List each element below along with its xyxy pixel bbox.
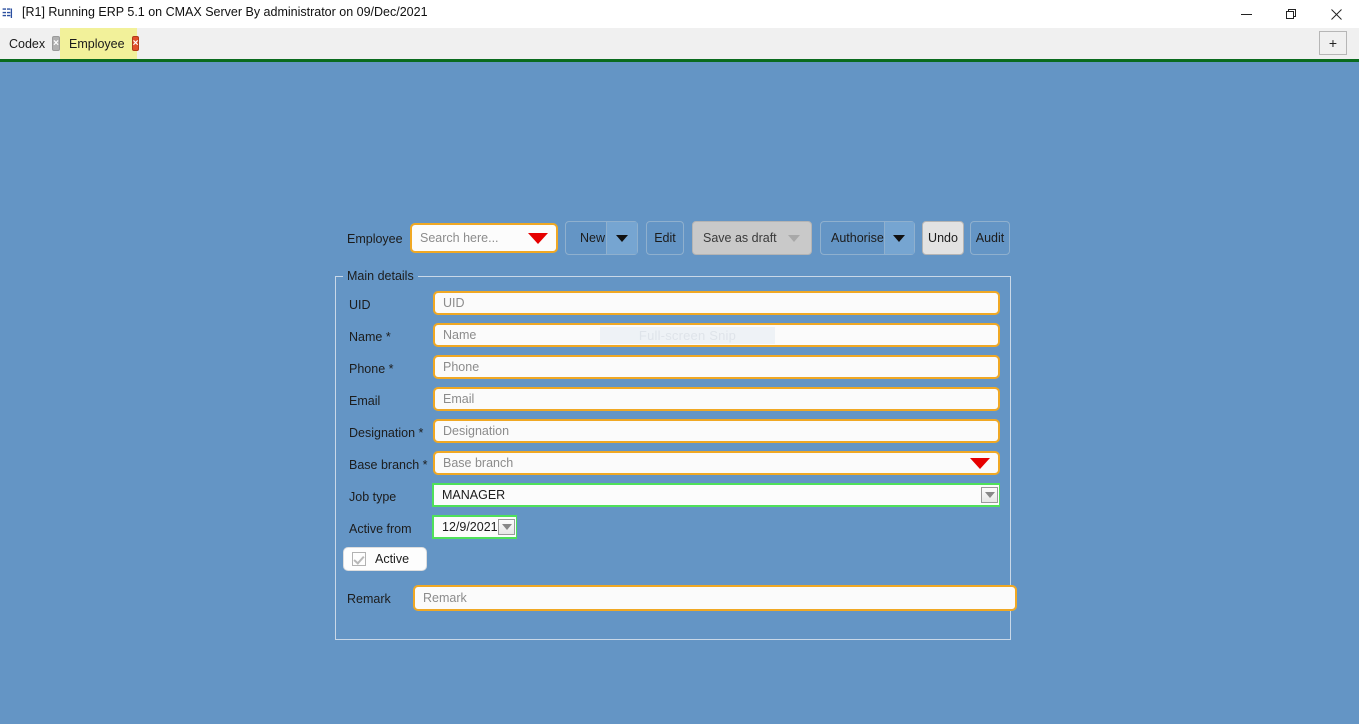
chevron-down-icon-active-from[interactable] [498, 519, 515, 535]
chevron-down-icon-search[interactable] [528, 232, 548, 244]
phone-input[interactable]: Phone [433, 355, 1000, 379]
name-label: Name * [349, 330, 391, 344]
phone-label: Phone * [349, 362, 394, 376]
base-branch-label: Base branch * [349, 458, 428, 472]
active-checkbox[interactable]: Active [343, 547, 427, 571]
name-input[interactable]: Name [433, 323, 1000, 347]
tab-label: Employee [69, 36, 125, 51]
chevron-down-icon-base-branch[interactable] [970, 457, 990, 469]
search-input[interactable]: Search here... [410, 223, 558, 253]
edit-button[interactable]: Edit [646, 221, 684, 255]
chevron-down-icon-save-as-draft[interactable] [777, 222, 811, 254]
undo-button[interactable]: Undo [922, 221, 964, 255]
undo-button-label: Undo [928, 231, 958, 245]
job-type-value: MANAGER [442, 488, 506, 502]
job-type-combobox[interactable]: MANAGER [432, 483, 1000, 507]
tab-label: Codex [9, 36, 46, 51]
name-placeholder: Name [443, 328, 477, 342]
uid-placeholder: UID [443, 296, 465, 310]
tab-codex[interactable]: Codex × [0, 28, 60, 59]
title-bar: ☷| [R1] Running ERP 5.1 on CMAX Server B… [0, 0, 1359, 28]
remark-input[interactable]: Remark [413, 585, 1017, 611]
designation-label: Designation * [349, 426, 424, 440]
designation-placeholder: Designation [443, 424, 510, 438]
edit-button-label: Edit [654, 231, 676, 245]
chevron-down-icon-new[interactable] [606, 222, 637, 254]
phone-placeholder: Phone [443, 360, 480, 374]
window-title: [R1] Running ERP 5.1 on CMAX Server By a… [22, 5, 428, 19]
add-tab-button[interactable]: + [1319, 31, 1347, 55]
base-branch-dropdown[interactable]: Base branch [433, 451, 1000, 475]
window-controls [1224, 0, 1359, 28]
audit-button-label: Audit [975, 231, 1005, 245]
app-icon: ☷| [2, 8, 13, 19]
uid-input[interactable]: UID [433, 291, 1000, 315]
active-checkbox-label: Active [375, 552, 410, 566]
checkbox-icon-active[interactable] [352, 552, 366, 566]
save-as-draft-button[interactable]: Save as draft [692, 221, 812, 255]
erp-application-window: ☷| [R1] Running ERP 5.1 on CMAX Server B… [0, 0, 1359, 724]
designation-input[interactable]: Designation [433, 419, 1000, 443]
new-button-label: New [580, 231, 606, 245]
email-label: Email [349, 394, 381, 408]
tab-close-icon-codex[interactable]: × [52, 36, 60, 51]
active-from-datepicker[interactable]: 12/9/2021 [432, 515, 517, 539]
save-as-draft-label: Save as draft [703, 231, 777, 245]
email-placeholder: Email [443, 392, 475, 406]
authorise-button[interactable]: Authorise [820, 221, 915, 255]
tab-employee[interactable]: Employee × [60, 28, 140, 59]
restore-icon[interactable] [1269, 0, 1314, 28]
form-workspace: Employee Search here... New Edit Save as… [0, 62, 1359, 724]
active-from-value: 12/9/2021 [442, 520, 498, 534]
job-type-label: Job type [349, 490, 397, 504]
active-from-label: Active from [349, 522, 412, 536]
new-button[interactable]: New [565, 221, 638, 255]
tab-bar: Codex × Employee × + [0, 28, 1359, 62]
close-icon[interactable] [1314, 0, 1359, 28]
authorise-button-label: Authorise [831, 231, 884, 245]
audit-button[interactable]: Audit [970, 221, 1010, 255]
remark-placeholder: Remark [423, 591, 467, 605]
base-branch-placeholder: Base branch [443, 456, 514, 470]
search-placeholder: Search here... [420, 231, 499, 245]
record-type-label: Employee [347, 232, 403, 246]
chevron-down-icon-job-type[interactable] [981, 487, 998, 503]
email-field[interactable]: Email [433, 387, 1000, 411]
tab-close-icon-employee[interactable]: × [131, 36, 140, 51]
main-details-title: Main details [343, 269, 418, 283]
minimize-icon[interactable] [1224, 0, 1269, 28]
chevron-down-icon-authorise[interactable] [883, 222, 914, 254]
uid-label: UID [349, 298, 371, 312]
remark-label: Remark [347, 592, 391, 606]
